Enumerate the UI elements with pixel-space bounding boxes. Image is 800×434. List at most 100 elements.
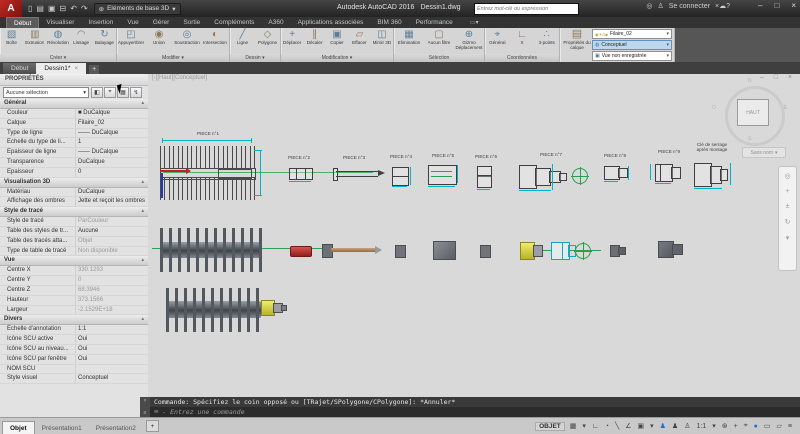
grille-caret-icon[interactable]: ▾	[582, 422, 586, 430]
property-row[interactable]: Hauteur 373.1566	[0, 296, 148, 306]
yellow-part-cap-3d[interactable]	[533, 245, 543, 257]
property-row[interactable]: Style de tracé ParCouleur	[0, 217, 148, 227]
trois-points-button[interactable]: ∴ 3-points	[534, 29, 559, 45]
customize-icon[interactable]: ≡	[144, 410, 147, 416]
close-icon[interactable]: ×	[74, 65, 78, 72]
property-row[interactable]: Affichage des ombres Jette et reçoit les…	[0, 197, 148, 207]
property-row[interactable]: Icône SCU par fenêtre Oui	[0, 355, 148, 365]
revolution-button[interactable]: ◍ Révolution	[46, 29, 69, 45]
piece-drawing[interactable]	[477, 175, 492, 188]
tab-applications-associees[interactable]: Applications associées	[291, 17, 371, 28]
property-row[interactable]: Centre Z 68.3946	[0, 286, 148, 296]
zoom-icon[interactable]: ±	[786, 203, 790, 210]
block-3d[interactable]	[433, 241, 456, 260]
property-row[interactable]: Calque Filaire_02	[0, 119, 148, 129]
piece-drawing[interactable]	[618, 168, 628, 178]
property-row[interactable]: Style de tracé	[0, 207, 148, 217]
ribbon-display-toggle-icon[interactable]: ▭▾	[470, 19, 479, 26]
tab-presentation1[interactable]: Présentation1	[35, 422, 89, 434]
close-button[interactable]: ×	[791, 1, 796, 10]
piece-drawing[interactable]	[671, 167, 681, 179]
echelle-annotation-icon[interactable]: ♙	[684, 422, 690, 430]
property-row[interactable]: Largeur -2.1529E+18	[0, 306, 148, 316]
panel-title-selection[interactable]: Sélection	[394, 54, 484, 62]
ecran-sans-cadre-icon[interactable]: ▭	[764, 422, 771, 430]
tab-bim-360[interactable]: BIM 360	[370, 17, 408, 28]
maximize-button[interactable]: □	[774, 1, 779, 10]
mode-ortho-icon[interactable]: ∟	[592, 423, 599, 430]
piece-drawing[interactable]	[428, 165, 457, 185]
accrochage-objets-icon[interactable]: ▣	[638, 422, 645, 430]
viewport-controls[interactable]: [-][Haut][Conceptuel]	[152, 75, 207, 81]
tab-a360[interactable]: A360	[261, 17, 290, 28]
property-row[interactable]: Couleur ■ DuCalque	[0, 109, 148, 119]
echelle-caret-icon[interactable]: ▾	[712, 422, 716, 430]
proprietes-du-calque-button[interactable]: ▤ Propriétés du calque	[562, 29, 592, 50]
panel-title-coordonnees[interactable]: Coordonnées	[485, 54, 559, 62]
assembly-heatsink-3d[interactable]	[166, 288, 261, 332]
file-tab-dessin1[interactable]: Dessin1* ×	[36, 63, 86, 74]
property-row[interactable]: Divers	[0, 315, 148, 325]
accrochage-caret-icon[interactable]: ▾	[650, 422, 654, 430]
grille-icon[interactable]: ▦	[570, 422, 577, 430]
select-objects-icon[interactable]: ⌖	[104, 87, 116, 98]
search-icon[interactable]: ◎	[646, 2, 652, 10]
heatsink-3d[interactable]	[160, 228, 262, 272]
workspace-dropdown[interactable]: ⊛ Eléments de base 3D ▾	[94, 3, 181, 15]
gizmo-deplacement-button[interactable]: ⊕ Gizmo Déplacement	[454, 29, 484, 50]
bolt-stub-3d[interactable]	[618, 247, 626, 255]
annotation-auto-icon[interactable]: ♟	[672, 422, 678, 430]
tab-gerer[interactable]: Gérer	[146, 17, 177, 28]
isoler-objets-icon[interactable]: ▱	[777, 422, 782, 430]
reperage-polaire-icon[interactable]: ◔	[605, 423, 609, 430]
menu-personnalisation-icon[interactable]: ≡	[788, 423, 792, 430]
tab-insertion[interactable]: Insertion	[81, 17, 120, 28]
annotation-plus-icon[interactable]: +	[734, 423, 738, 430]
balayage-button[interactable]: ↻ Balayage	[93, 29, 116, 45]
close-icon[interactable]: ×	[144, 398, 147, 404]
compass-south[interactable]: S	[748, 136, 751, 142]
espace-travail-icon[interactable]: ⊛	[722, 422, 728, 430]
new-drawing-button[interactable]: +	[89, 65, 99, 74]
x-button[interactable]: ∟ X	[510, 29, 535, 45]
property-row[interactable]: Style visuel Conceptuel	[0, 374, 148, 384]
undo-icon[interactable]: ↶	[70, 4, 77, 13]
calculator-icon[interactable]: ↯	[130, 87, 142, 98]
property-row[interactable]: Matériau DuCalque	[0, 188, 148, 198]
cube-3d[interactable]	[395, 245, 406, 258]
pin-shaft-3d[interactable]	[331, 248, 375, 252]
piece-drawing[interactable]	[559, 173, 567, 181]
property-row[interactable]: Icône SCU active Oui	[0, 335, 148, 345]
property-row[interactable]: Type de ligne —— DuCalque	[0, 129, 148, 139]
property-row[interactable]: Visualisation 3D	[0, 178, 148, 188]
model-space-indicator[interactable]: OBJET	[535, 422, 565, 431]
property-row[interactable]: Icône SCU au niveau... Oui	[0, 345, 148, 355]
pickadd-toggle-icon[interactable]: ◧	[91, 87, 103, 98]
reperage-accrochage-icon[interactable]: ∠	[625, 422, 631, 430]
appuyer-tirer-button[interactable]: ◰ Appuyer/tirer	[117, 29, 145, 45]
nail-shaft-drawing[interactable]	[336, 171, 378, 177]
miroir-3d-button[interactable]: ◫ Miroir 3D	[371, 29, 393, 45]
echelle-courante-label[interactable]: 1:1	[696, 423, 706, 430]
help-icon[interactable]: ?	[726, 3, 730, 10]
tab-sortie[interactable]: Sortie	[176, 17, 207, 28]
new-layout-button[interactable]: +	[146, 420, 159, 432]
property-row[interactable]: Vue	[0, 256, 148, 266]
navbar-more-icon[interactable]: ▾	[786, 234, 790, 242]
visibilite-annotation-icon[interactable]: ♟	[660, 422, 666, 430]
soustraction-button[interactable]: ◎ Soustraction	[173, 29, 201, 45]
tab-objet[interactable]: Objet	[2, 421, 35, 434]
red-part-3d[interactable]	[290, 246, 312, 257]
heatsink-profile-drawing[interactable]	[160, 146, 256, 200]
compass-east[interactable]: E	[784, 105, 787, 111]
intersection-button[interactable]: ◐ Intersection	[201, 29, 229, 45]
drawing-window-buttons[interactable]: – □ ×	[760, 74, 796, 81]
aucun-filtre-button[interactable]: ▢ Aucun filtre	[424, 29, 454, 45]
lissage-button[interactable]: ◠ Lissage	[70, 29, 93, 45]
autocad-logo-icon[interactable]: A	[0, 0, 22, 17]
property-row[interactable]: Centre X 330.1293	[0, 266, 148, 276]
full-navigation-wheel-icon[interactable]: ◎	[784, 172, 790, 180]
open-file-icon[interactable]: ▤	[36, 4, 44, 13]
file-tab-debut[interactable]: Début	[3, 63, 36, 74]
search-input[interactable]	[474, 3, 579, 15]
